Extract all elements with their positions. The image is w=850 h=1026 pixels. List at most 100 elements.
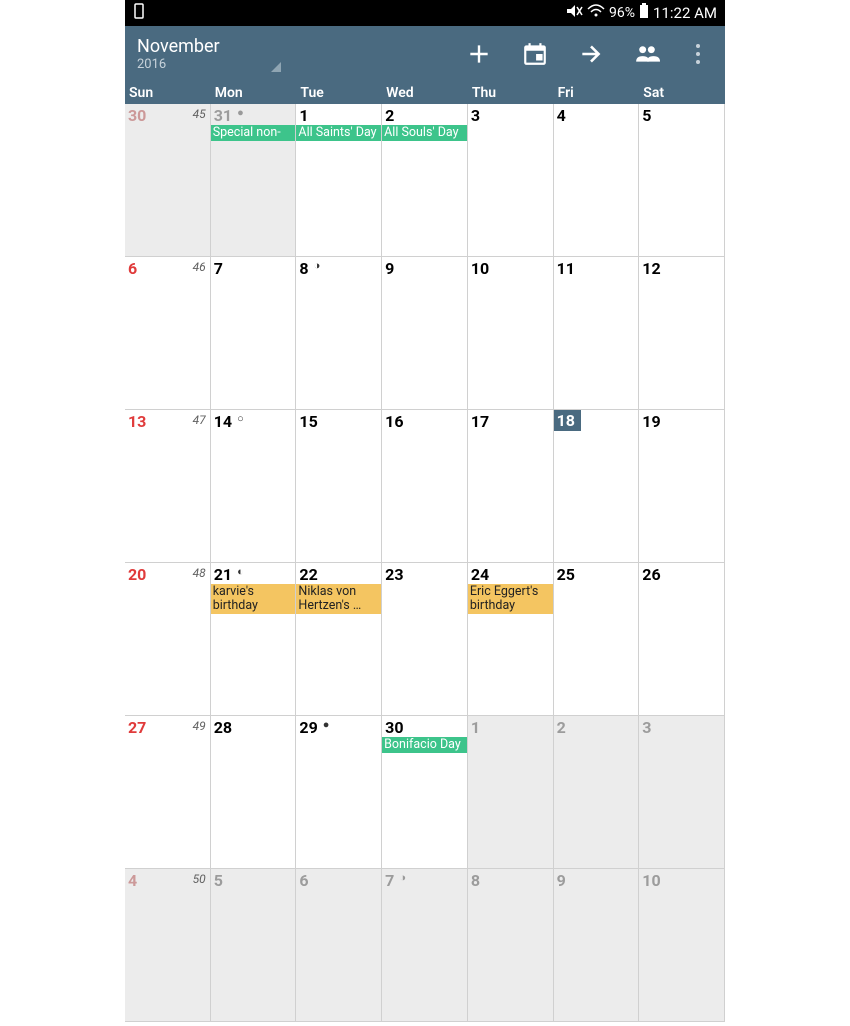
day-cell[interactable]: 22Niklas von Hertzen's … bbox=[296, 563, 382, 716]
day-cell[interactable]: 30Bonifacio Day bbox=[382, 716, 468, 869]
day-cell[interactable]: 24Eric Eggert's birthday bbox=[468, 563, 554, 716]
weekday-sun: Sun bbox=[125, 82, 211, 104]
day-cell[interactable]: 28 bbox=[211, 716, 297, 869]
weekday-sat: Sat bbox=[639, 82, 725, 104]
day-cell[interactable]: 8 bbox=[468, 869, 554, 1022]
day-number: 29 bbox=[296, 716, 320, 737]
goto-button[interactable] bbox=[577, 40, 605, 68]
app-bar: November 2016 bbox=[125, 26, 725, 82]
day-number: 13 bbox=[125, 410, 149, 431]
mute-icon bbox=[565, 3, 583, 23]
day-cell[interactable]: 9 bbox=[554, 869, 640, 1022]
day-number: 8 bbox=[296, 257, 311, 278]
day-cell[interactable]: 14○ bbox=[211, 410, 297, 563]
day-number: 2 bbox=[382, 104, 397, 125]
day-cell[interactable]: 4 50 bbox=[125, 869, 211, 1022]
day-number: 15 bbox=[296, 410, 320, 431]
day-number: 22 bbox=[296, 563, 320, 584]
day-cell[interactable]: 12 bbox=[639, 257, 725, 410]
day-cell[interactable]: 4 bbox=[554, 104, 640, 257]
day-cell[interactable]: 9 bbox=[382, 257, 468, 410]
event-chip[interactable]: Special non- bbox=[211, 125, 296, 141]
week-number: 50 bbox=[193, 872, 206, 886]
day-cell[interactable]: 7◑ bbox=[382, 869, 468, 1022]
day-cell[interactable]: 17 bbox=[468, 410, 554, 563]
event-chip[interactable]: All Souls' Day bbox=[382, 125, 467, 141]
day-cell[interactable]: 26 bbox=[639, 563, 725, 716]
day-number: 6 bbox=[125, 257, 140, 278]
day-number: 6 bbox=[296, 869, 311, 890]
moon-phase-icon: ◐ bbox=[237, 565, 244, 578]
day-cell[interactable]: 2048 bbox=[125, 563, 211, 716]
day-number: 1 bbox=[468, 716, 483, 737]
day-cell[interactable]: 5 bbox=[639, 104, 725, 257]
day-number: 30 bbox=[382, 716, 406, 737]
day-cell[interactable]: 31●Special non- bbox=[211, 104, 297, 257]
day-cell[interactable]: 16 bbox=[382, 410, 468, 563]
day-number: 7 bbox=[382, 869, 397, 890]
overflow-menu-button[interactable] bbox=[689, 40, 707, 68]
day-cell[interactable]: 23 bbox=[382, 563, 468, 716]
day-number: 23 bbox=[382, 563, 406, 584]
day-cell[interactable]: 15 bbox=[296, 410, 382, 563]
day-number: 14 bbox=[211, 410, 235, 431]
day-cell[interactable]: 6 bbox=[296, 869, 382, 1022]
day-cell[interactable]: 2All Souls' Day bbox=[382, 104, 468, 257]
month-label: November bbox=[137, 36, 465, 57]
sim-icon bbox=[133, 3, 145, 23]
year-label: 2016 bbox=[137, 57, 465, 72]
week-number: 49 bbox=[193, 719, 206, 733]
day-number: 11 bbox=[554, 257, 578, 278]
day-number: 9 bbox=[382, 257, 397, 278]
day-cell[interactable]: 5 bbox=[211, 869, 297, 1022]
day-number: 12 bbox=[639, 257, 663, 278]
event-chip[interactable]: Eric Eggert's birthday bbox=[468, 584, 553, 614]
moon-phase-icon: ◑ bbox=[314, 259, 321, 272]
day-number: 4 bbox=[125, 869, 140, 890]
day-cell[interactable]: 646 bbox=[125, 257, 211, 410]
day-cell[interactable]: 2 bbox=[554, 716, 640, 869]
day-cell[interactable]: 1All Saints' Day bbox=[296, 104, 382, 257]
month-picker[interactable]: November 2016 bbox=[133, 36, 465, 72]
day-number: 1 bbox=[296, 104, 311, 125]
weekday-thu: Thu bbox=[468, 82, 554, 104]
day-cell[interactable]: 3 bbox=[468, 104, 554, 257]
day-cell[interactable]: 10 bbox=[639, 869, 725, 1022]
moon-phase-icon: ● bbox=[323, 718, 330, 731]
day-number: 3 bbox=[468, 104, 483, 125]
day-cell[interactable]: 1347 bbox=[125, 410, 211, 563]
day-number: 10 bbox=[639, 869, 663, 890]
day-cell[interactable]: 7 bbox=[211, 257, 297, 410]
event-chip[interactable]: All Saints' Day bbox=[296, 125, 381, 141]
day-number: 16 bbox=[382, 410, 406, 431]
calendar-grid: 304531●Special non-1All Saints' Day2All … bbox=[125, 104, 725, 1022]
day-cell[interactable]: 25 bbox=[554, 563, 640, 716]
day-cell[interactable]: 10 bbox=[468, 257, 554, 410]
event-chip[interactable]: karvie's birthday bbox=[211, 584, 296, 614]
day-cell[interactable]: 1 bbox=[468, 716, 554, 869]
day-number: 24 bbox=[468, 563, 492, 584]
day-cell[interactable]: 3045 bbox=[125, 104, 211, 257]
day-cell[interactable]: 18 bbox=[554, 410, 640, 563]
day-cell[interactable]: 8◑ bbox=[296, 257, 382, 410]
battery-icon bbox=[639, 3, 649, 23]
people-button[interactable] bbox=[633, 40, 661, 68]
day-number: 20 bbox=[125, 563, 149, 584]
event-chip[interactable]: Bonifacio Day bbox=[382, 737, 467, 753]
add-button[interactable] bbox=[465, 40, 493, 68]
day-cell[interactable]: 19 bbox=[639, 410, 725, 563]
battery-pct: 96% bbox=[609, 5, 635, 21]
today-button[interactable] bbox=[521, 40, 549, 68]
day-number: 26 bbox=[639, 563, 663, 584]
day-cell[interactable]: 11 bbox=[554, 257, 640, 410]
day-number: 30 bbox=[125, 104, 149, 125]
event-chip[interactable]: Niklas von Hertzen's … bbox=[296, 584, 381, 614]
day-number: 9 bbox=[554, 869, 569, 890]
day-number: 5 bbox=[211, 869, 226, 890]
day-cell[interactable]: 29● bbox=[296, 716, 382, 869]
day-cell[interactable]: 2749 bbox=[125, 716, 211, 869]
status-bar: 96% 11:22 AM bbox=[125, 0, 725, 26]
day-cell[interactable]: 3 bbox=[639, 716, 725, 869]
day-number: 17 bbox=[468, 410, 492, 431]
day-cell[interactable]: 21◐karvie's birthday bbox=[211, 563, 297, 716]
